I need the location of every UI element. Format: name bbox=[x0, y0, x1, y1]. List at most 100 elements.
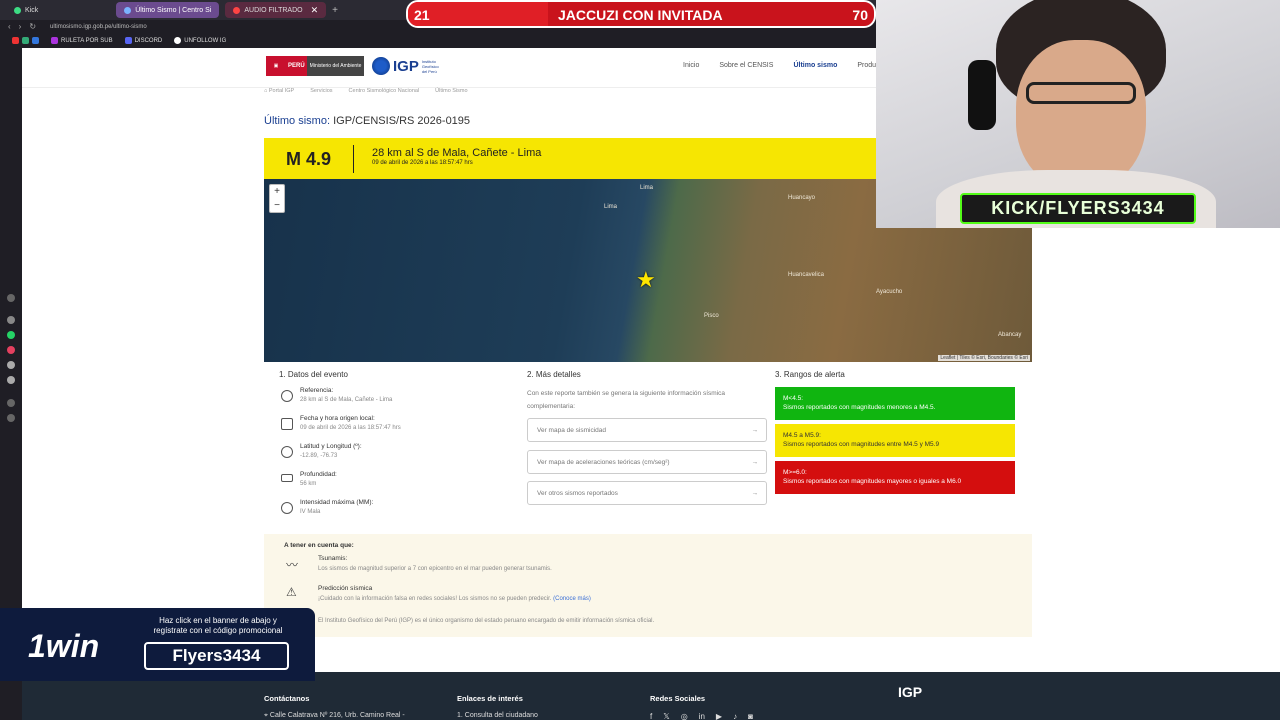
tsunami-title: Tsunamis: bbox=[318, 555, 348, 562]
breadcrumb-censis[interactable]: Centro Sismológico Nacional bbox=[349, 88, 420, 94]
divider bbox=[353, 145, 354, 173]
map-city: Lima bbox=[604, 204, 618, 210]
breadcrumb: ⌂ Portal IGP Servicios Centro Sismológic… bbox=[264, 88, 468, 94]
prediction-title: Predicción sísmica bbox=[318, 585, 373, 592]
x-icon[interactable]: 𝕏 bbox=[663, 712, 669, 720]
seismicity-map-button[interactable]: Ver mapa de sismicidad → bbox=[527, 418, 767, 442]
ad-message: Haz click en el banner de abajo y regíst… bbox=[153, 616, 283, 635]
youtube-icon[interactable]: ▶ bbox=[716, 712, 722, 720]
igp-logo[interactable]: IGP Instituto Geofísico del Perú bbox=[372, 56, 440, 76]
webcam-face bbox=[1016, 40, 1146, 190]
banner-count-left: 21 bbox=[414, 7, 430, 23]
facebook-icon[interactable]: f bbox=[650, 712, 652, 720]
epicenter-star-icon[interactable]: ★ bbox=[636, 269, 656, 291]
quake-magnitude: M 4.9 bbox=[286, 149, 332, 169]
openai-icon[interactable] bbox=[7, 316, 15, 324]
map-city: Huancayo bbox=[788, 195, 816, 201]
ad-promo-code: Flyers3434 bbox=[144, 642, 289, 670]
zoom-in-button[interactable]: + bbox=[270, 185, 284, 199]
event-heading: 1. Datos del evento bbox=[279, 370, 348, 379]
arrow-right-icon: → bbox=[751, 426, 759, 434]
bookmark-discord[interactable]: DISCORD bbox=[124, 37, 162, 44]
warning-icon: ⚠ bbox=[286, 585, 297, 599]
alert-red: M>=6.0: Sismos reportados con magnitudes… bbox=[775, 461, 1015, 494]
footer-contact-heading: Contáctanos bbox=[264, 694, 310, 703]
details-heading: 2. Más detalles bbox=[527, 370, 581, 379]
igp-note: El Instituto Geofísico del Perú (IGP) es… bbox=[318, 618, 655, 624]
forward-icon[interactable]: › bbox=[19, 22, 22, 31]
bookmark-icons bbox=[12, 37, 39, 44]
alert-yellow: M4.5 a M5.9: Sismos reportados con magni… bbox=[775, 424, 1015, 457]
footer-link-consulta[interactable]: 1. Consulta del ciudadano bbox=[457, 712, 538, 719]
location-pin-icon bbox=[281, 390, 293, 402]
igp-globe-icon bbox=[372, 57, 390, 75]
close-tab-icon[interactable]: ✕ bbox=[311, 5, 319, 16]
map-zoom-control: + − bbox=[269, 184, 285, 213]
bookmark-ruleta[interactable]: RULETA POR SUB bbox=[51, 37, 113, 44]
nav-sobre-censis[interactable]: Sobre el CENSIS bbox=[719, 62, 773, 69]
map-attribution[interactable]: Leaflet | Tiles © Esri, Boundaries © Esr… bbox=[938, 355, 1030, 361]
linkedin-icon[interactable]: in bbox=[699, 712, 705, 720]
history-icon[interactable] bbox=[7, 294, 15, 302]
calendar-icon bbox=[281, 418, 293, 430]
zoom-out-button[interactable]: − bbox=[270, 199, 284, 213]
sponsor-ad[interactable]: 1win Haz click en el banner de abajo y r… bbox=[0, 608, 315, 681]
tab-kick[interactable]: Kick bbox=[6, 2, 46, 18]
breadcrumb-servicios[interactable]: Servicios bbox=[310, 88, 332, 94]
compass-icon bbox=[281, 446, 293, 458]
peru-logo[interactable]: ▣ PERÚ Ministerio del Ambiente bbox=[266, 56, 364, 76]
arrow-right-icon: → bbox=[751, 489, 759, 497]
event-reference: Referencia: 28 km al S de Mala, Cañete -… bbox=[300, 387, 393, 403]
tsunami-text: Los sismos de magnitud superior a 7 con … bbox=[318, 566, 552, 572]
breadcrumb-portal[interactable]: ⌂ Portal IGP bbox=[264, 88, 294, 94]
bookmark-unfollow[interactable]: UNFOLLOW IG bbox=[174, 37, 226, 44]
wave-icon: 〰 bbox=[286, 558, 299, 572]
details-intro: Con este reporte también se genera la si… bbox=[527, 390, 725, 410]
learn-more-link[interactable]: (Conoce más) bbox=[553, 596, 591, 602]
settings-icon[interactable] bbox=[7, 414, 15, 422]
map-city: Lima bbox=[640, 185, 654, 191]
breadcrumb-current: Último Sismo bbox=[435, 88, 468, 94]
clock-icon[interactable] bbox=[7, 399, 15, 407]
instagram-icon[interactable] bbox=[7, 346, 15, 354]
tiktok-icon[interactable]: ♪ bbox=[733, 712, 737, 720]
footer-igp-logo: IGP bbox=[898, 684, 923, 700]
x-icon[interactable] bbox=[7, 376, 15, 384]
instagram-icon[interactable]: ◎ bbox=[681, 712, 688, 720]
arrow-right-icon: → bbox=[751, 458, 759, 466]
footer-links-heading: Enlaces de interés bbox=[457, 694, 523, 703]
footer-social-heading: Redes Sociales bbox=[650, 694, 706, 703]
nav-ultimo-sismo[interactable]: Último sismo bbox=[793, 62, 837, 69]
footer-social-icons: f 𝕏 ◎ in ▶ ♪ ◙ bbox=[650, 712, 753, 720]
url-field[interactable]: ultimosismo.igp.gob.pe/ultimo-sismo bbox=[50, 24, 147, 30]
notes-heading: A tener en cuenta que: bbox=[284, 542, 354, 549]
quake-place: 28 km al S de Mala, Cañete - Lima bbox=[372, 147, 542, 159]
banner-label: JACCUZI CON INVITADA bbox=[558, 7, 723, 23]
main-nav: Inicio Sobre el CENSIS Último sismo Prod… bbox=[683, 62, 882, 69]
ad-brand: 1win bbox=[28, 628, 100, 664]
whatsapp-icon[interactable]: ◙ bbox=[748, 712, 753, 720]
whatsapp-icon[interactable] bbox=[7, 331, 15, 339]
new-tab-button[interactable]: + bbox=[332, 5, 338, 16]
nav-inicio[interactable]: Inicio bbox=[683, 62, 699, 69]
tiktok-icon[interactable] bbox=[7, 361, 15, 369]
back-icon[interactable]: ‹ bbox=[8, 22, 11, 31]
depth-icon bbox=[281, 474, 293, 482]
page-title: Último sismo: IGP/CENSIS/RS 2026-0195 bbox=[264, 115, 471, 127]
github-icon bbox=[174, 37, 182, 44]
other-quakes-button[interactable]: Ver otros sismos reportados → bbox=[527, 481, 767, 505]
prediction-text: ¡Cuidado con la información falsa en red… bbox=[318, 596, 591, 602]
tab-ultimo-sismo[interactable]: Último Sismo | Centro Si bbox=[116, 2, 220, 18]
event-latlon: Latitud y Longitud (º): -12.89, -76.73 bbox=[300, 443, 362, 459]
glasses bbox=[1026, 82, 1136, 104]
headset bbox=[968, 60, 996, 130]
map-city: Huancavelica bbox=[788, 272, 825, 278]
tab-audio[interactable]: AUDIO FILTRADO ✕ bbox=[225, 2, 327, 18]
discord-icon bbox=[124, 37, 132, 44]
intensity-icon bbox=[281, 502, 293, 514]
map-city: Abancay bbox=[998, 332, 1022, 338]
acceleration-map-button[interactable]: Ver mapa de aceleraciones teóricas (cm/s… bbox=[527, 450, 767, 474]
ruleta-icon bbox=[51, 37, 58, 44]
map-city: Pisco bbox=[704, 313, 719, 319]
reload-icon[interactable]: ↻ bbox=[29, 22, 36, 31]
